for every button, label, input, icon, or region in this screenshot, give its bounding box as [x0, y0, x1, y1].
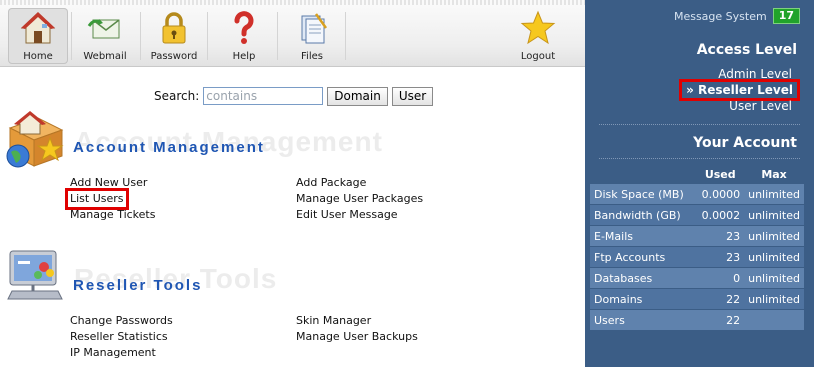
usage-cell-name: E-Mails [590, 225, 697, 247]
usage-cell-used: 22 [696, 288, 745, 310]
manage-user-backups-link[interactable]: Manage User Backups [296, 329, 418, 345]
table-row: Users 22 [590, 309, 804, 331]
account-management-title: Account Management [73, 139, 265, 156]
table-row: Domains 22 unlimited [590, 288, 804, 310]
star-icon [520, 10, 556, 45]
files-icon [301, 13, 328, 44]
message-system-label[interactable]: Message System [674, 10, 767, 23]
toolbar-help-label: Help [232, 51, 256, 62]
reseller-tools-title: Reseller Tools [73, 277, 203, 294]
usage-cell-max: unlimited [744, 246, 804, 268]
padlock-icon [162, 12, 186, 44]
manage-user-packages-link[interactable]: Manage User Packages [296, 191, 423, 207]
search-bar: Search: Domain User [154, 86, 434, 106]
toolbar-home-button[interactable]: Home [8, 8, 68, 64]
usage-cell-max: unlimited [744, 288, 804, 310]
table-row: Databases 0 unlimited [590, 267, 804, 289]
reseller-statistics-link[interactable]: Reseller Statistics [70, 329, 173, 345]
usage-cell-name: Ftp Accounts [590, 246, 697, 268]
house-icon [20, 12, 56, 44]
usage-cell-max [744, 309, 804, 331]
divider [599, 124, 800, 125]
top-toolbar: Home Webmail Password Help Files Logout [0, 0, 585, 67]
toolbar-password-label: Password [150, 51, 198, 62]
right-sidebar: Message System 17 Access Level Admin Lev… [585, 0, 814, 367]
search-input[interactable] [203, 87, 324, 105]
search-label: Search: [154, 89, 200, 103]
usage-cell-used: 23 [696, 225, 745, 247]
divider [599, 158, 800, 159]
usage-cell-used: 0 [696, 267, 745, 289]
usage-cell-used: 0.0000 [696, 184, 745, 205]
list-users-highlight: List Users [65, 188, 129, 210]
usage-cell-used: 23 [696, 246, 745, 268]
toolbar-files-label: Files [301, 51, 323, 62]
toolbar-home-label: Home [23, 51, 53, 62]
toolbar-logout-label: Logout [520, 51, 556, 62]
reseller-tools-links-col1: Change Passwords Reseller Statistics IP … [70, 313, 173, 361]
user-level-link[interactable]: User Level [729, 99, 792, 113]
usage-cell-used: 0.0002 [696, 204, 745, 226]
list-users-link[interactable]: List Users [65, 188, 155, 210]
usage-cell-max: unlimited [744, 225, 804, 247]
your-account-title: Your Account [693, 135, 797, 151]
usage-cell-name: Databases [590, 267, 697, 289]
message-count-badge[interactable]: 17 [772, 8, 800, 24]
toolbar-webmail-label: Webmail [83, 51, 127, 62]
table-row: Ftp Accounts 23 unlimited [590, 246, 804, 268]
usage-cell-max: unlimited [744, 204, 804, 226]
usage-cell-name: Bandwidth (GB) [590, 204, 697, 226]
table-row: Bandwidth (GB) 0.0002 unlimited [590, 204, 804, 226]
search-user-button[interactable]: User [391, 86, 434, 106]
toolbar-help-button[interactable]: Help [214, 8, 274, 64]
account-management-icon [6, 111, 64, 168]
admin-level-link[interactable]: Admin Level [718, 67, 792, 81]
toolbar-password-button[interactable]: Password [144, 8, 204, 64]
table-row: Disk Space (MB) 0.0000 unlimited [590, 184, 804, 205]
reseller-level-link[interactable]: » Reseller Level [679, 79, 800, 101]
usage-cell-max: unlimited [744, 184, 804, 205]
table-row: E-Mails 23 unlimited [590, 225, 804, 247]
message-system[interactable]: Message System 17 [674, 8, 800, 24]
usage-cell-name: Users [590, 309, 697, 331]
question-mark-icon [234, 11, 254, 44]
usage-cell-name: Domains [590, 288, 697, 310]
envelope-icon [87, 19, 120, 39]
usage-cell-max: unlimited [744, 267, 804, 289]
account-management-links-col1: Add New User List Users Manage Tickets [65, 175, 155, 223]
usage-cell-name: Disk Space (MB) [590, 184, 697, 205]
manage-tickets-link[interactable]: Manage Tickets [70, 207, 155, 223]
edit-user-message-link[interactable]: Edit User Message [296, 207, 423, 223]
add-new-user-link[interactable]: Add New User [70, 175, 155, 191]
add-package-link[interactable]: Add Package [296, 175, 423, 191]
reseller-tools-icon [7, 250, 63, 300]
skin-manager-link[interactable]: Skin Manager [296, 313, 418, 329]
ip-management-link[interactable]: IP Management [70, 345, 173, 361]
toolbar-webmail-button[interactable]: Webmail [75, 8, 135, 64]
usage-cell-used: 22 [696, 309, 745, 331]
search-domain-button[interactable]: Domain [327, 86, 388, 106]
account-usage-table: Used Max Disk Space (MB) 0.0000 unlimited B… [590, 164, 804, 331]
usage-header-used: Used [704, 167, 736, 181]
reseller-tools-links-col2: Skin Manager Manage User Backups [296, 313, 418, 345]
usage-header-max: Max [761, 167, 787, 181]
account-management-links-col2: Add Package Manage User Packages Edit Us… [296, 175, 423, 223]
toolbar-files-button[interactable]: Files [282, 8, 342, 64]
usage-header-name [590, 164, 696, 184]
access-level-title: Access Level [696, 42, 797, 58]
toolbar-logout-button[interactable]: Logout [508, 8, 568, 64]
change-passwords-link[interactable]: Change Passwords [70, 313, 173, 329]
